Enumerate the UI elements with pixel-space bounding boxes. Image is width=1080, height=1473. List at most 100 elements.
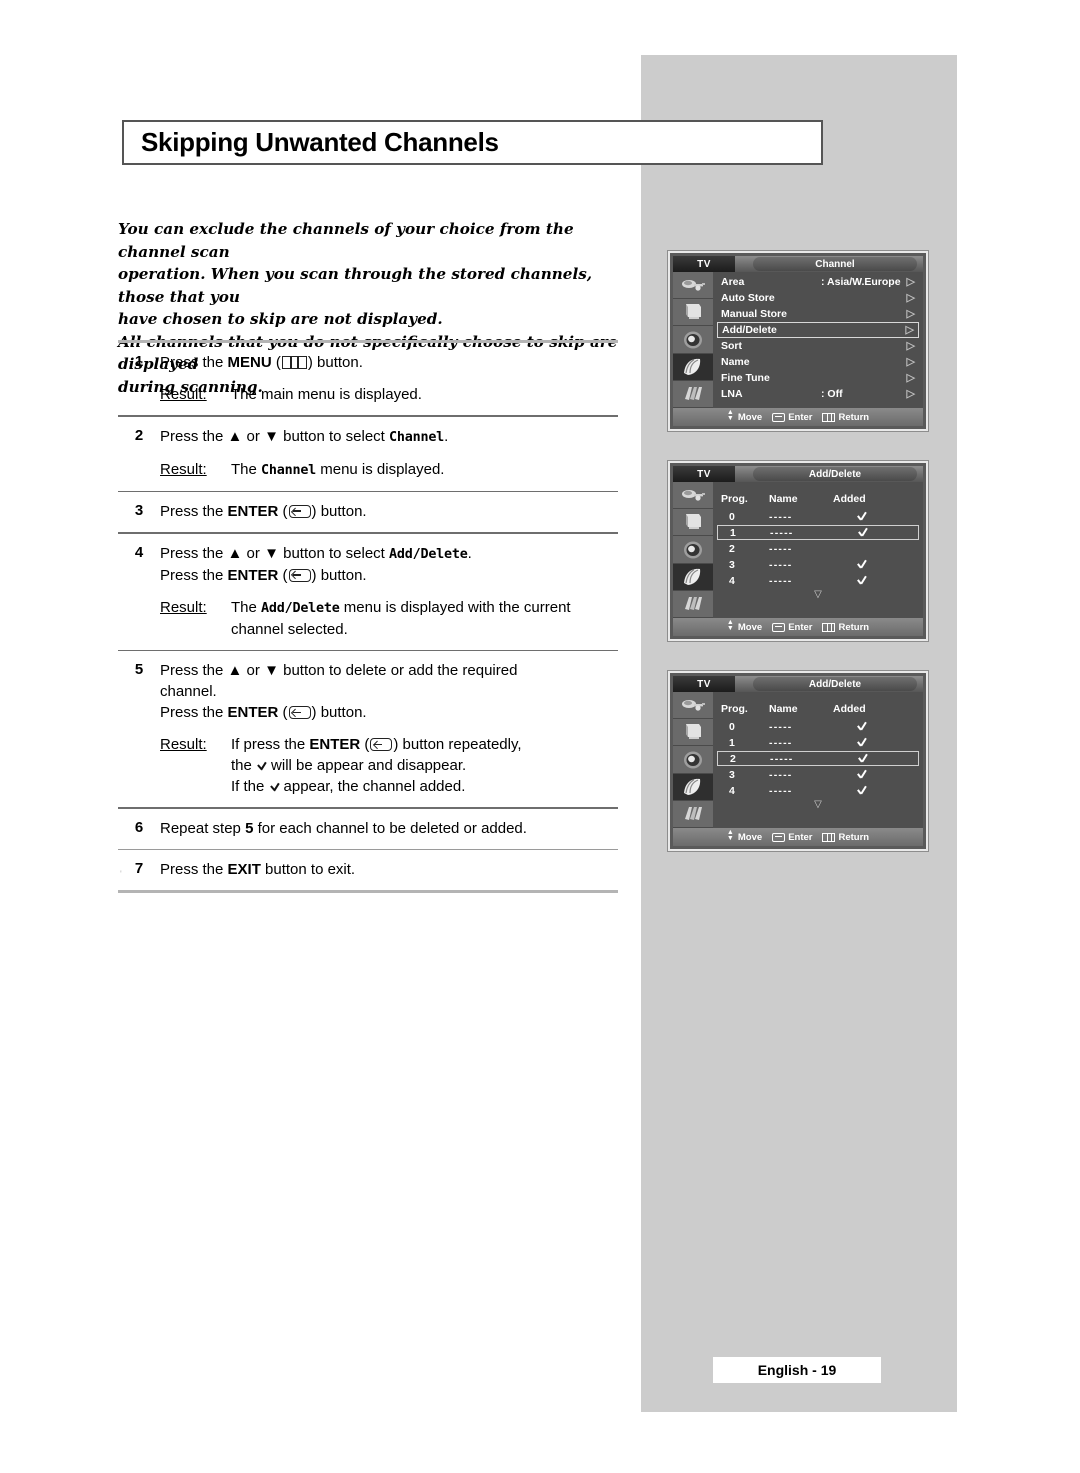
step-4-result: Result: The Add/Delete menu is displayed…: [160, 597, 618, 640]
setup-icon[interactable]: [673, 590, 713, 619]
step-3-instruction: Press the ENTER () button.: [160, 501, 618, 522]
step-4-number: 4: [134, 543, 144, 561]
menu-icon: [822, 622, 836, 632]
osd3-table-header: Prog. Name Added: [713, 692, 923, 719]
osd1-menu-item[interactable]: Fine Tune ▷: [717, 370, 919, 386]
osd3-column-header: Added: [833, 703, 866, 715]
step-2-result-c: menu is displayed.: [316, 460, 445, 478]
step-7-instruction: Press the EXIT button to exit.: [160, 859, 618, 880]
menu-icon: [822, 832, 836, 842]
step-2-instruction: Press the ▲ or ▼ button to select Channe…: [160, 426, 618, 448]
step-4-text-e: .: [467, 544, 472, 562]
osd3-cell-added: [833, 721, 893, 732]
checkmark-icon: [271, 781, 282, 793]
step-2-result: Result: The Channel menu is displayed.: [160, 459, 618, 481]
setup-icon[interactable]: [673, 800, 713, 829]
chevron-right-icon: ▷: [906, 275, 915, 288]
step-2-result-a: The: [231, 460, 262, 478]
step-5-result-line-1: If press the ENTER () button repeatedly,: [231, 734, 618, 755]
osd2-cell-name: -----: [770, 526, 794, 539]
osd2-cell-name: -----: [769, 558, 793, 571]
footer-return-label: Return: [838, 831, 870, 843]
chevron-right-icon: ▷: [906, 291, 915, 304]
table-row[interactable]: 0 -----: [717, 719, 919, 734]
antenna-icon[interactable]: [673, 272, 713, 300]
osd1-sidebar: [673, 272, 713, 409]
osd2-cell-added: [833, 575, 893, 586]
osd2-footer: Move Enter Return: [673, 618, 923, 636]
osd1-menu-item[interactable]: Sort ▷: [717, 338, 919, 354]
enter-icon: [288, 706, 311, 720]
divider-bottom: [118, 890, 618, 894]
picture-icon[interactable]: [673, 299, 713, 327]
channel-icon[interactable]: [673, 353, 713, 381]
osd3-sidebar: [673, 692, 713, 829]
osd3-cell-prog: 4: [729, 784, 735, 797]
footer-return-label: Return: [838, 411, 870, 423]
scroll-down-indicator-icon: ▽: [814, 589, 822, 600]
osd3-cell-name: -----: [769, 768, 793, 781]
chevron-right-icon: ▷: [906, 339, 915, 352]
osd3-footer: Move Enter Return: [673, 828, 923, 846]
channel-icon[interactable]: [673, 563, 713, 591]
speaker-icon[interactable]: [673, 746, 713, 774]
step-4-text-f: Press the: [160, 566, 228, 584]
osd3-cell-added: [833, 785, 893, 796]
menu-icon: [822, 412, 836, 422]
osd1-menu-item[interactable]: LNA: Off ▷: [717, 386, 919, 402]
table-row[interactable]: 2 -----: [717, 751, 919, 766]
antenna-icon[interactable]: [673, 482, 713, 510]
enter-button-label: ENTER: [227, 503, 279, 521]
step-2-number: 2: [134, 426, 144, 444]
step-4-text-c: button to select: [278, 544, 390, 562]
step-7-number: 7: [134, 860, 144, 878]
table-row[interactable]: 4 -----: [717, 573, 919, 588]
picture-icon[interactable]: [673, 719, 713, 747]
speaker-icon[interactable]: [673, 326, 713, 354]
page-title: Skipping Unwanted Channels: [141, 127, 499, 157]
table-row[interactable]: 1 -----: [717, 735, 919, 750]
osd1-menu-item[interactable]: Manual Store ▷: [717, 306, 919, 322]
osd1-menu-item-value: : Asia/W.Europe: [821, 276, 901, 288]
osd2-column-header: Name: [769, 493, 798, 505]
table-row[interactable]: 0 -----: [717, 509, 919, 524]
enter-button-label: ENTER: [227, 566, 279, 584]
checkmark-icon: [258, 760, 269, 772]
chevron-right-icon: ▷: [906, 355, 915, 368]
step-6: 6 Repeat step 5 for each channel to be d…: [118, 809, 618, 849]
osd1-menu-item[interactable]: Add/Delete ▷: [717, 322, 919, 338]
step-5-text-b: or: [242, 662, 265, 680]
table-row[interactable]: 2 -----: [717, 541, 919, 556]
setup-icon[interactable]: [673, 380, 713, 409]
antenna-icon[interactable]: [673, 692, 713, 720]
channel-icon[interactable]: [673, 773, 713, 801]
osd2-table: Prog. Name Added 0 ----- 1 ----- 2 ----- 3 ----- 4 -…: [713, 482, 923, 618]
osd3-cell-added: [833, 737, 893, 748]
osd1-menu-item[interactable]: Auto Store ▷: [717, 290, 919, 306]
step-6-text-a: Repeat step: [160, 819, 246, 837]
speaker-icon[interactable]: [673, 536, 713, 564]
step-4-result-text: The Add/Delete menu is displayed with th…: [222, 597, 618, 640]
table-row[interactable]: 1 -----: [717, 525, 919, 540]
table-row[interactable]: 3 -----: [717, 557, 919, 572]
step-2-text-b: or: [242, 427, 265, 445]
picture-icon[interactable]: [673, 509, 713, 537]
steps-table: 1 Press the MENU () button. Result: The …: [118, 340, 618, 894]
step-6-instruction: Repeat step 5 for each channel to be del…: [160, 818, 618, 839]
step-4-instruction-line-2: Press the ENTER () button.: [160, 565, 618, 586]
table-row[interactable]: 4 -----: [717, 783, 919, 798]
osd1-menu-item[interactable]: Area: Asia/W.Europe ▷: [717, 274, 919, 290]
footer-move-label: Move: [737, 411, 763, 423]
osd1-menu-item-label: Sort: [721, 340, 742, 352]
step-5-result-line-3: If the appear, the channel added.: [231, 776, 618, 797]
osd1-menu-item-label: Fine Tune: [721, 372, 770, 384]
step-5-text-e: (: [278, 704, 288, 722]
arrow-up-icon: ▲: [227, 662, 243, 680]
osd1-menu-item[interactable]: Name ▷: [717, 354, 919, 370]
step-5-result-g: appear, the channel added.: [283, 778, 466, 796]
step-5-text-c: button to delete or add the required: [278, 662, 518, 680]
checkmark-icon: [858, 575, 869, 586]
table-row[interactable]: 3 -----: [717, 767, 919, 782]
up-down-icon: [727, 619, 735, 633]
osd2-cell-name: -----: [769, 542, 793, 555]
